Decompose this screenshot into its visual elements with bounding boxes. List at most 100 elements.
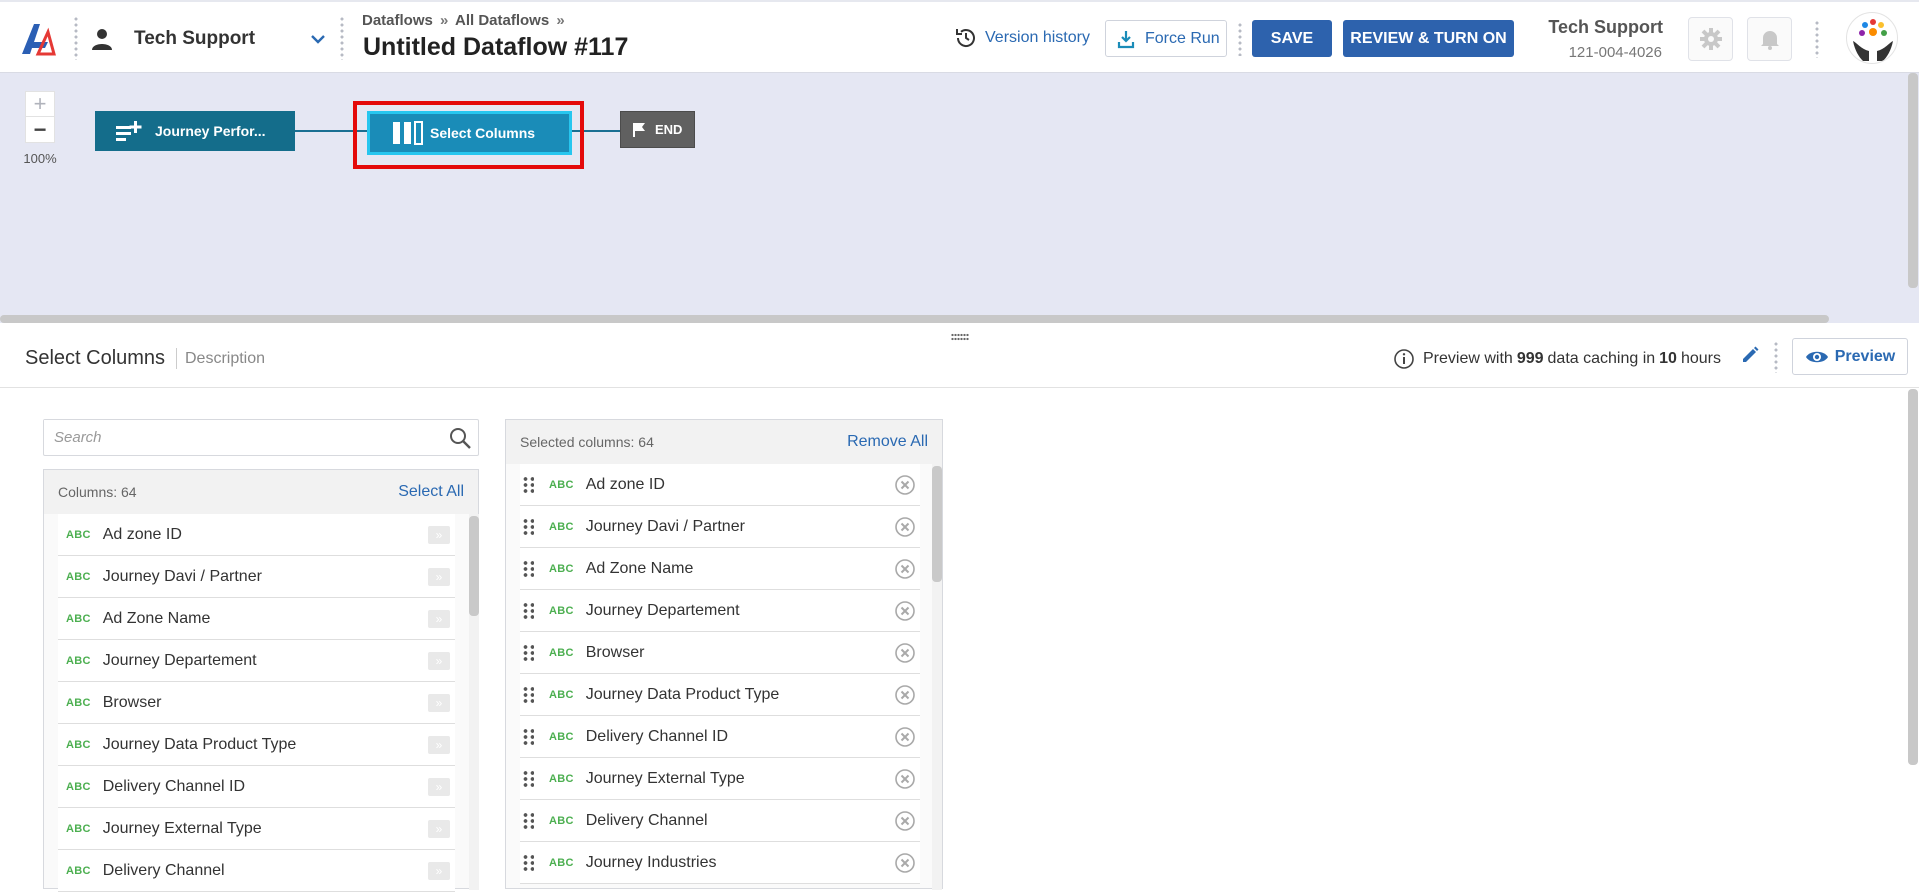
panel-resize-handle[interactable] (951, 333, 969, 341)
remove-column-icon[interactable] (894, 558, 916, 580)
breadcrumb: Dataflows » All Dataflows » (362, 12, 568, 29)
list-item[interactable]: ABC Delivery Channel ID (520, 716, 920, 758)
list-item[interactable]: ABC Delivery Channel (520, 800, 920, 842)
drag-handle-icon[interactable] (522, 559, 534, 578)
drag-handle-icon[interactable] (522, 853, 534, 872)
breadcrumb-all-dataflows[interactable]: All Dataflows (455, 12, 549, 29)
drag-handle-icon[interactable] (522, 811, 534, 830)
pencil-icon[interactable] (1740, 345, 1760, 365)
force-run-label: Force Run (1145, 29, 1220, 47)
chevron-down-icon[interactable] (308, 29, 328, 49)
add-column-icon[interactable]: » (428, 693, 450, 712)
drag-handle-icon[interactable] (522, 727, 534, 746)
drag-handle-icon[interactable] (522, 685, 534, 704)
workspace-selector[interactable]: Tech Support (88, 20, 328, 58)
list-item[interactable]: ABC Journey Departement (520, 590, 920, 632)
remove-column-icon[interactable] (894, 516, 916, 538)
list-item[interactable]: ABC Journey External Type » (58, 808, 455, 850)
drag-handle-icon[interactable] (522, 475, 534, 494)
remove-column-icon[interactable] (894, 768, 916, 790)
node-journey-performance[interactable]: Journey Perfor... (95, 111, 295, 151)
list-item[interactable]: ABC Browser (520, 632, 920, 674)
list-item[interactable]: ABC Ad Zone Name (520, 548, 920, 590)
avatar[interactable] (1846, 12, 1898, 64)
column-name: Journey Data Product Type (102, 735, 297, 753)
type-badge: ABC (549, 562, 574, 575)
breadcrumb-dataflows[interactable]: Dataflows (362, 12, 433, 29)
search-icon[interactable] (448, 426, 472, 450)
drag-handle-icon[interactable] (522, 643, 534, 662)
panel-vertical-scrollbar[interactable] (1908, 389, 1918, 765)
flag-icon (633, 122, 645, 137)
select-all-button[interactable]: Select All (398, 483, 464, 501)
canvas-horizontal-scrollbar[interactable] (0, 315, 1829, 323)
type-badge: ABC (66, 570, 91, 583)
notifications-button[interactable] (1747, 17, 1792, 61)
zoom-out-button[interactable]: − (26, 117, 54, 142)
version-history-button[interactable]: Version history (954, 26, 1090, 50)
list-item[interactable]: ABC Ad zone ID (520, 464, 920, 506)
list-item[interactable]: ABC Journey Departement » (58, 640, 455, 682)
node-label: END (655, 122, 683, 137)
list-item[interactable]: ABC Ad Zone Name » (58, 598, 455, 640)
columns-rows: ABC Ad zone ID » ABC Journey Davi / Partner »… (44, 514, 455, 892)
search-input[interactable] (44, 420, 424, 454)
list-item[interactable]: ABC Journey Data Product Type (520, 674, 920, 716)
remove-column-icon[interactable] (894, 600, 916, 622)
list-item[interactable]: ABC Delivery Channel » (58, 850, 455, 892)
columns-scrollbar[interactable] (469, 516, 479, 616)
list-item[interactable]: ABC Delivery Channel ID » (58, 766, 455, 808)
zoom-in-button[interactable]: + (26, 91, 54, 117)
drag-handle-icon[interactable] (522, 769, 534, 788)
remove-column-icon[interactable] (894, 810, 916, 832)
add-column-icon[interactable]: » (428, 819, 450, 838)
title-divider (176, 348, 177, 369)
list-item[interactable]: ABC Journey Data Product Type » (58, 724, 455, 766)
add-column-icon[interactable]: » (428, 735, 450, 754)
save-button[interactable]: SAVE (1252, 20, 1332, 57)
info-icon (1394, 349, 1414, 369)
drag-handle-icon[interactable] (522, 517, 534, 536)
column-name: Delivery Channel ID (585, 727, 729, 745)
add-column-icon[interactable]: » (428, 567, 450, 586)
gear-icon (1699, 28, 1722, 50)
remove-column-icon[interactable] (894, 684, 916, 706)
list-item[interactable]: ABC Browser » (58, 682, 455, 724)
list-item[interactable]: ABC Journey Industries (520, 842, 920, 884)
canvas-vertical-scrollbar[interactable] (1908, 73, 1918, 288)
dataflow-canvas[interactable]: + − 100% Journey Perfor... Select Column… (0, 73, 1919, 323)
drag-handle-icon[interactable] (522, 601, 534, 620)
remove-column-icon[interactable] (894, 852, 916, 874)
remove-column-icon[interactable] (894, 642, 916, 664)
user-name: Tech Support (1548, 17, 1663, 37)
add-column-icon[interactable]: » (428, 525, 450, 544)
column-name: Delivery Channel ID (102, 777, 246, 795)
more-options-icon[interactable] (1238, 22, 1242, 56)
force-run-button[interactable]: Force Run (1105, 20, 1227, 57)
review-turn-on-button[interactable]: REVIEW & TURN ON (1343, 20, 1514, 57)
add-column-icon[interactable]: » (428, 651, 450, 670)
add-column-icon[interactable]: » (428, 861, 450, 880)
node-label: Select Columns (430, 125, 536, 141)
column-name: Journey External Type (102, 819, 262, 837)
remove-column-icon[interactable] (894, 474, 916, 496)
dataflow-title[interactable]: Untitled Dataflow #117 (363, 33, 628, 62)
type-badge: ABC (66, 612, 91, 625)
list-item[interactable]: ABC Journey Davi / Partner (520, 506, 920, 548)
remove-all-button[interactable]: Remove All (847, 433, 928, 451)
add-column-icon[interactable]: » (428, 609, 450, 628)
description-field[interactable]: Description (185, 350, 265, 368)
node-end[interactable]: END (620, 111, 695, 148)
column-name: Ad zone ID (102, 525, 182, 543)
settings-button[interactable] (1688, 17, 1733, 61)
remove-column-icon[interactable] (894, 726, 916, 748)
node-select-columns[interactable]: Select Columns (367, 111, 572, 155)
add-column-icon[interactable]: » (428, 777, 450, 796)
app-logo-icon[interactable] (18, 20, 58, 60)
top-header: Tech Support Dataflows » All Dataflows »… (0, 0, 1919, 73)
preview-button[interactable]: Preview (1792, 338, 1908, 375)
list-item[interactable]: ABC Journey External Type (520, 758, 920, 800)
list-item[interactable]: ABC Ad zone ID » (58, 514, 455, 556)
list-item[interactable]: ABC Journey Davi / Partner » (58, 556, 455, 598)
selected-scrollbar[interactable] (932, 466, 942, 582)
